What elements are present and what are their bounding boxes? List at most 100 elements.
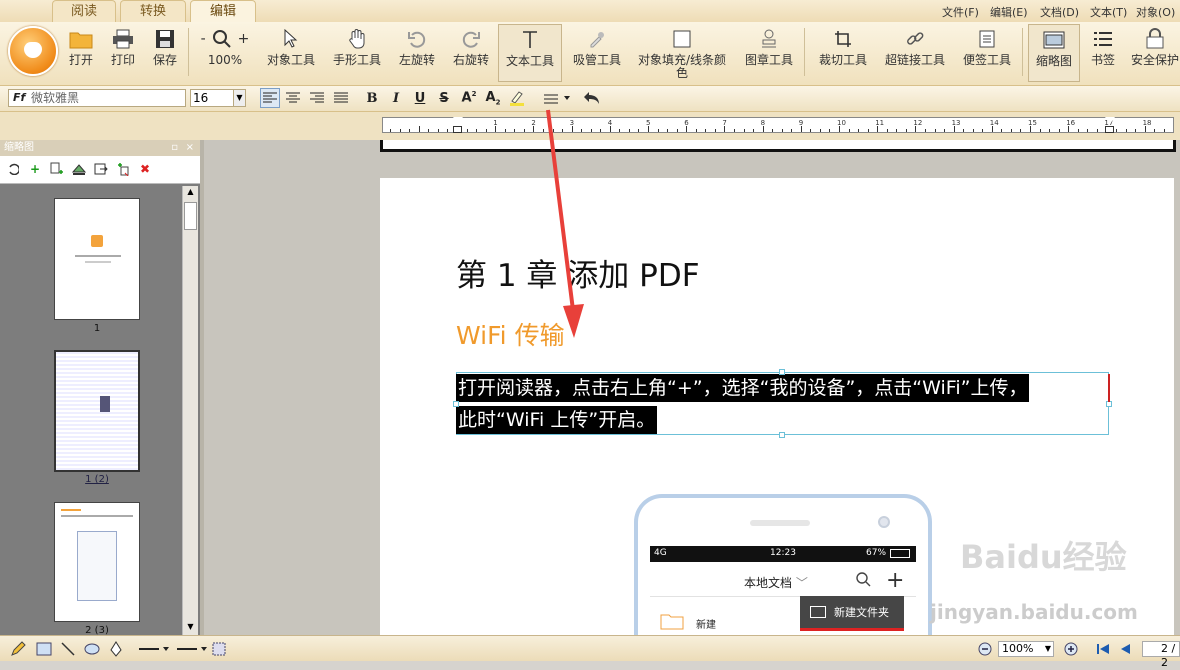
italic-button[interactable]: I: [386, 88, 406, 108]
menu-object[interactable]: 对象(O): [1136, 4, 1175, 20]
app-logo-icon: [91, 235, 103, 247]
stamp-tool-button[interactable]: 图章工具: [742, 24, 796, 82]
ruler-tick: [409, 129, 411, 132]
bold-button[interactable]: B: [362, 88, 382, 108]
scroll-up-icon[interactable]: ▲: [184, 187, 197, 199]
hand-tool-button[interactable]: 手形工具: [330, 24, 384, 82]
note-tool-button[interactable]: 便签工具: [960, 24, 1014, 82]
page-thumbnail-selected[interactable]: [54, 350, 140, 472]
tab-edit[interactable]: 编辑: [190, 0, 256, 22]
ruler-number: 14: [989, 119, 999, 127]
horizontal-ruler[interactable]: 1 2 3 4 5 6 7 8 9 10 11 12 13 14 15 16 17 18: [382, 117, 1174, 133]
folder-icon: [64, 24, 98, 54]
replace-page-icon[interactable]: [116, 162, 130, 176]
align-left-button[interactable]: [260, 88, 280, 108]
fill-color-button[interactable]: 对象填充/线条颜 色: [636, 24, 728, 82]
line-width-select[interactable]: [174, 640, 210, 658]
border-style-icon[interactable]: [210, 640, 228, 658]
close-icon[interactable]: ×: [186, 140, 194, 156]
thumbnail-scrollbar[interactable]: ▲ ▼: [182, 186, 198, 635]
open-button[interactable]: 打开: [64, 24, 98, 82]
selected-text-line[interactable]: 此时“WiFi 上传”开启。: [456, 406, 658, 434]
rectangle-icon[interactable]: [34, 640, 54, 658]
first-page-icon[interactable]: [1094, 640, 1112, 658]
page-thumbnail[interactable]: [54, 198, 140, 320]
line-style-select[interactable]: [136, 640, 172, 658]
phone-speaker: [750, 520, 810, 526]
object-tool-button[interactable]: 对象工具: [264, 24, 318, 82]
menu-edit[interactable]: 编辑(E): [990, 4, 1028, 20]
scroll-down-icon[interactable]: ▼: [184, 622, 197, 634]
text-tool-button[interactable]: 文本工具: [498, 24, 562, 82]
insert-page-icon[interactable]: [50, 162, 64, 176]
zoom-control[interactable]: - + 100%: [194, 24, 256, 82]
indent-marker[interactable]: [1105, 126, 1114, 133]
previous-page-icon[interactable]: [1116, 640, 1134, 658]
highlight-button[interactable]: [507, 88, 527, 108]
tab-read[interactable]: 阅读: [52, 0, 116, 22]
pen-icon[interactable]: [106, 640, 126, 658]
justify-button[interactable]: [331, 88, 351, 108]
pin-icon[interactable]: ▫: [171, 140, 178, 156]
rotate-page-icon[interactable]: [6, 162, 20, 176]
scrollbar-thumb[interactable]: [184, 202, 197, 230]
app-logo[interactable]: [8, 26, 58, 76]
subscript-button[interactable]: A2: [483, 88, 503, 108]
link-icon: [884, 24, 946, 54]
export-page-icon[interactable]: [94, 162, 108, 176]
menu-document[interactable]: 文档(D): [1040, 4, 1079, 20]
resize-handle[interactable]: [779, 369, 785, 375]
superscript-button[interactable]: A2: [459, 88, 479, 108]
bookmarks-button[interactable]: 书签: [1086, 24, 1120, 82]
font-family-select[interactable]: Ff 微软雅黑: [8, 89, 186, 107]
page-number-field[interactable]: 2 / 2: [1142, 641, 1180, 669]
ruler-tick: [829, 129, 831, 132]
indent-marker[interactable]: [1105, 117, 1115, 124]
ruler-tick: [600, 129, 602, 132]
strikethrough-button[interactable]: S: [434, 88, 454, 108]
extract-page-icon[interactable]: [72, 162, 86, 176]
hand-icon: [330, 24, 384, 54]
zoom-level-select[interactable]: 100% ▼: [998, 641, 1054, 657]
section-heading: WiFi 传输: [456, 321, 565, 350]
align-right-button[interactable]: [307, 88, 327, 108]
eyedropper-button[interactable]: 吸管工具: [570, 24, 624, 82]
align-center-button[interactable]: [283, 88, 303, 108]
resize-handle[interactable]: [779, 432, 785, 438]
crop-tool-button[interactable]: 裁切工具: [816, 24, 870, 82]
undo-button[interactable]: [582, 88, 602, 108]
rotate-left-button[interactable]: 左旋转: [396, 24, 438, 82]
selected-text-line[interactable]: 打开阅读器，点击右上角“+”，选择“我的设备”，点击“WiFi”上传，: [456, 374, 1030, 402]
new-folder-icon: [810, 606, 826, 618]
menu-text[interactable]: 文本(T): [1090, 4, 1127, 20]
zoom-out-button[interactable]: -: [201, 31, 206, 47]
menu-file[interactable]: 文件(F): [942, 4, 979, 20]
underline-button[interactable]: U: [410, 88, 430, 108]
zoom-in-icon[interactable]: [1062, 640, 1080, 658]
save-button[interactable]: 保存: [148, 24, 182, 82]
tab-convert[interactable]: 转换: [120, 0, 186, 22]
security-button[interactable]: 安全保护: [1130, 24, 1180, 82]
ruler-tick: [1010, 129, 1012, 132]
ruler-tick: [1039, 129, 1041, 132]
resize-handle[interactable]: [453, 401, 459, 407]
zoom-out-icon[interactable]: [976, 640, 994, 658]
pencil-icon[interactable]: [8, 640, 28, 658]
line-icon[interactable]: [58, 640, 78, 658]
hyperlink-tool-button[interactable]: 超链接工具: [884, 24, 946, 82]
line-spacing-button[interactable]: [540, 88, 574, 108]
print-button[interactable]: 打印: [106, 24, 140, 82]
ruler-tick: [972, 129, 974, 132]
page-thumbnail[interactable]: [54, 502, 140, 622]
add-page-icon[interactable]: +: [28, 162, 42, 176]
thumbnails-button[interactable]: 缩略图: [1028, 24, 1080, 82]
indent-marker[interactable]: [453, 117, 463, 124]
align-center-icon: [286, 92, 300, 103]
ellipse-icon[interactable]: [82, 640, 102, 658]
rotate-right-button[interactable]: 右旋转: [450, 24, 492, 82]
indent-marker[interactable]: [453, 126, 462, 133]
zoom-in-button[interactable]: +: [238, 31, 250, 47]
chevron-down-icon: ▼: [1044, 644, 1051, 653]
delete-page-icon[interactable]: ✖: [138, 162, 152, 176]
font-size-select[interactable]: 16 ▼: [190, 89, 246, 107]
